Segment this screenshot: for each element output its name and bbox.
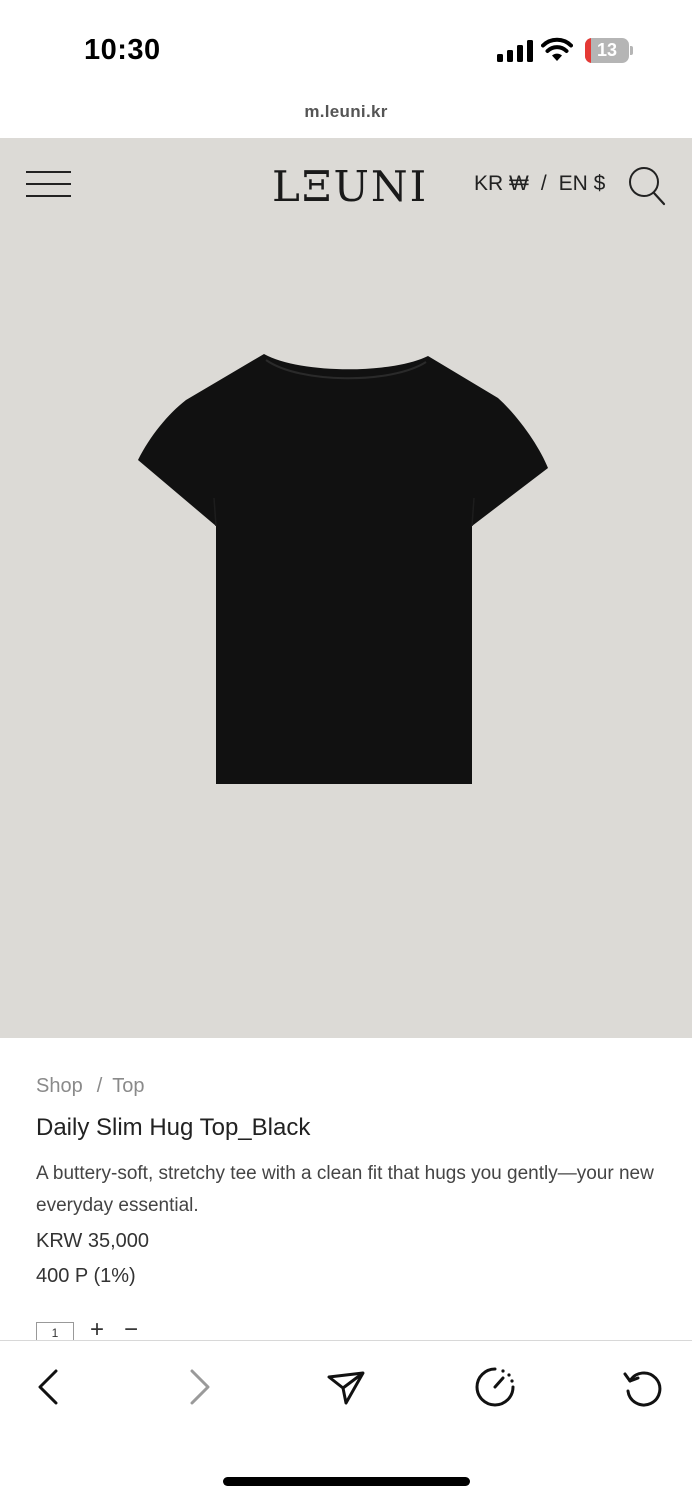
status-time: 10:30	[84, 34, 161, 66]
wifi-icon	[541, 37, 573, 63]
product-points: 400 P (1%)	[36, 1265, 136, 1287]
back-icon[interactable]	[30, 1365, 70, 1409]
reload-icon[interactable]	[620, 1365, 662, 1409]
currency-en[interactable]: EN $	[559, 172, 606, 195]
forward-icon[interactable]	[180, 1365, 220, 1409]
share-icon[interactable]	[326, 1365, 366, 1409]
quantity-minus-button[interactable]: −	[124, 1322, 138, 1342]
quantity-stepper[interactable]: 1 + −	[36, 1322, 176, 1342]
breadcrumb: Shop / Top	[36, 1075, 656, 1098]
product-price: KRW 35,000	[36, 1230, 150, 1252]
url-bar[interactable]: m.leuni.kr	[0, 102, 692, 122]
quantity-plus-button[interactable]: +	[90, 1322, 104, 1342]
black-tshirt-image	[0, 318, 692, 838]
breadcrumb-shop[interactable]: Shop	[36, 1075, 83, 1097]
site-logo[interactable]: LΞUNI	[272, 162, 428, 211]
product-info: Shop / Top Daily Slim Hug Top_Black A butt…	[36, 1075, 656, 1288]
currency-switcher[interactable]: KR ₩ / EN $	[474, 172, 605, 196]
breadcrumb-top[interactable]: Top	[112, 1075, 144, 1097]
battery-icon: 13	[585, 38, 633, 63]
site-hero: LΞUNI KR ₩ / EN $	[0, 138, 692, 1038]
product-description: A buttery-soft, stretchy tee with a clea…	[36, 1163, 654, 1216]
currency-krw[interactable]: KR ₩	[474, 172, 529, 195]
quantity-input[interactable]: 1	[36, 1322, 74, 1342]
search-icon[interactable]	[628, 166, 666, 206]
battery-level: 13	[596, 40, 618, 60]
currency-separator: /	[540, 172, 547, 195]
signal-icon	[497, 40, 533, 62]
breadcrumb-separator: /	[96, 1075, 103, 1097]
timer-icon[interactable]	[474, 1365, 515, 1409]
menu-icon[interactable]	[26, 171, 71, 197]
status-bar: 10:30 13	[0, 0, 692, 90]
browser-toolbar	[0, 1340, 692, 1500]
product-title: Daily Slim Hug Top_Black	[36, 1114, 311, 1141]
home-indicator[interactable]	[223, 1477, 470, 1486]
